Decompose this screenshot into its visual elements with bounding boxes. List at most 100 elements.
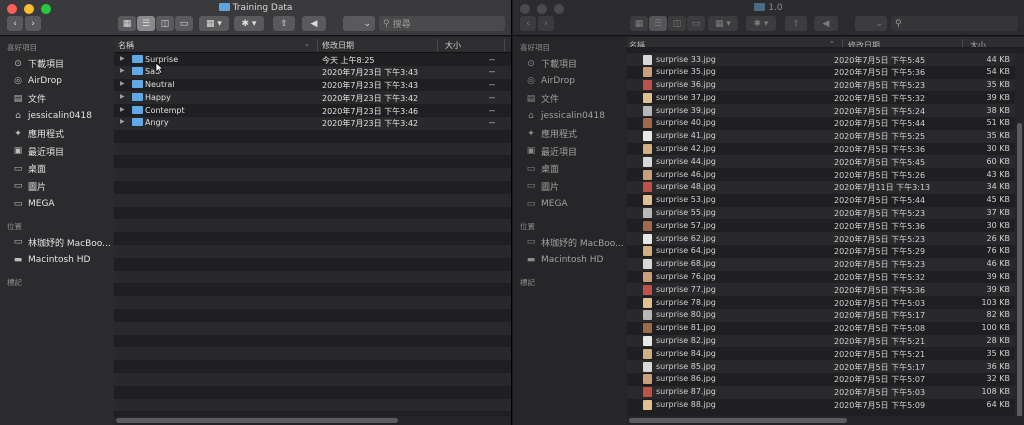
tags-button[interactable]: ◀ bbox=[814, 16, 838, 31]
list-view-button[interactable]: ☰ bbox=[649, 16, 667, 31]
file-row[interactable]: surprise 57.jpg 2020年7月5日 下午5:36 30 KB bbox=[627, 219, 1024, 233]
file-row[interactable]: surprise 41.jpg 2020年7月5日 下午5:25 35 KB bbox=[627, 129, 1024, 143]
file-row[interactable]: surprise 48.jpg 2020年7月11日 下午3:13 34 KB bbox=[627, 180, 1024, 194]
sidebar-item[interactable]: ▬ Macintosh HD bbox=[513, 251, 627, 269]
sidebar-item[interactable]: ◎ AirDrop bbox=[0, 73, 114, 91]
column-view-button[interactable]: ◫ bbox=[156, 16, 174, 31]
sidebar-item[interactable]: ⊙ 下載項目 bbox=[513, 55, 627, 73]
column-date[interactable]: 修改日期 bbox=[322, 40, 354, 51]
disclosure-triangle-icon[interactable]: ▶ bbox=[120, 118, 125, 125]
folder-row[interactable]: ▶ Surprise 今天 上午8:25 -- bbox=[114, 53, 511, 66]
gallery-view-button[interactable]: ▭ bbox=[175, 16, 193, 31]
file-row[interactable]: surprise 40.jpg 2020年7月5日 下午5:44 51 KB bbox=[627, 116, 1024, 130]
file-row[interactable]: surprise 81.jpg 2020年7月5日 下午5:08 100 KB bbox=[627, 321, 1024, 335]
folder-row[interactable]: ▶ Angry 2020年7月23日 下午3:42 -- bbox=[114, 116, 511, 130]
sidebar-item[interactable]: ▭ 林珈妤的 MacBoo... bbox=[0, 234, 114, 252]
forward-button[interactable]: › bbox=[25, 16, 41, 31]
scroll-thumb[interactable] bbox=[116, 418, 398, 423]
file-row[interactable]: surprise 78.jpg 2020年7月5日 下午5:03 103 KB bbox=[627, 296, 1024, 309]
back-button[interactable]: ‹ bbox=[520, 16, 536, 31]
sidebar-item[interactable]: ⌂ jessicalin0418 bbox=[513, 108, 627, 126]
gallery-view-button[interactable]: ▭ bbox=[687, 16, 705, 31]
file-row[interactable]: surprise 68.jpg 2020年7月5日 下午5:23 46 KB bbox=[627, 257, 1024, 271]
file-row[interactable]: surprise 62.jpg 2020年7月5日 下午5:23 26 KB bbox=[627, 232, 1024, 245]
disclosure-triangle-icon[interactable]: ▶ bbox=[120, 106, 125, 113]
folder-row[interactable]: ▶ Sad 2020年7月23日 下午3:43 -- bbox=[114, 65, 511, 79]
titlebar[interactable]: 1.0 ‹ › ▦ ☰ ◫ ▭ ▦ ▾ ✱ ▾ ⇧ ◀ ⌄ ⚲ bbox=[513, 0, 1024, 36]
search-field[interactable]: ⚲ 搜尋 bbox=[379, 16, 505, 31]
sidebar-item[interactable]: ⊙ 下載項目 bbox=[0, 55, 114, 73]
file-row[interactable]: surprise 86.jpg 2020年7月5日 下午5:07 32 KB bbox=[627, 372, 1024, 386]
action-button[interactable]: ✱ ▾ bbox=[746, 16, 776, 31]
share-button[interactable]: ⇧ bbox=[273, 16, 295, 31]
sidebar-item[interactable]: ▭ 林珈妤的 MacBoo... bbox=[513, 234, 627, 252]
tags-button[interactable]: ◀ bbox=[302, 16, 326, 31]
column-divider[interactable] bbox=[317, 39, 318, 51]
sidebar-item[interactable]: ▣ 最近項目 bbox=[513, 143, 627, 161]
column-name[interactable]: 名稱 bbox=[118, 40, 134, 51]
vertical-scrollbar[interactable] bbox=[1015, 53, 1024, 423]
file-row[interactable]: surprise 42.jpg 2020年7月5日 下午5:36 30 KB bbox=[627, 142, 1024, 156]
file-row[interactable]: surprise 44.jpg 2020年7月5日 下午5:45 60 KB bbox=[627, 155, 1024, 169]
sidebar-item[interactable]: ▭ 圖片 bbox=[0, 178, 114, 196]
file-row[interactable]: surprise 46.jpg 2020年7月5日 下午5:26 43 KB bbox=[627, 168, 1024, 181]
disclosure-triangle-icon[interactable]: ▶ bbox=[120, 80, 125, 87]
folder-row[interactable]: ▶ Neutral 2020年7月23日 下午3:43 -- bbox=[114, 78, 511, 92]
column-divider[interactable] bbox=[504, 39, 505, 51]
file-row[interactable]: surprise 76.jpg 2020年7月5日 下午5:32 39 KB bbox=[627, 270, 1024, 284]
group-button[interactable]: ▦ ▾ bbox=[199, 16, 229, 31]
column-divider[interactable] bbox=[437, 39, 438, 51]
horizontal-scrollbar[interactable] bbox=[627, 416, 1024, 425]
file-row[interactable]: surprise 55.jpg 2020年7月5日 下午5:23 37 KB bbox=[627, 206, 1024, 220]
sidebar-item[interactable]: ▭ 桌面 bbox=[513, 160, 627, 178]
sidebar-item[interactable]: ▭ 桌面 bbox=[0, 160, 114, 178]
file-row[interactable]: surprise 33.jpg 2020年7月5日 下午5:45 44 KB bbox=[627, 53, 1024, 66]
share-button[interactable]: ⇧ bbox=[785, 16, 807, 31]
sidebar-item[interactable]: ✦ 應用程式 bbox=[0, 125, 114, 143]
disclosure-triangle-icon[interactable]: ▶ bbox=[120, 67, 125, 74]
scroll-thumb[interactable] bbox=[1017, 123, 1022, 423]
sidebar-item[interactable]: ⌂ jessicalin0418 bbox=[0, 108, 114, 126]
file-row[interactable]: surprise 37.jpg 2020年7月5日 下午5:32 39 KB bbox=[627, 91, 1024, 105]
file-row[interactable]: surprise 53.jpg 2020年7月5日 下午5:44 45 KB bbox=[627, 193, 1024, 207]
sidebar-item[interactable]: ▤ 文件 bbox=[513, 90, 627, 108]
file-row[interactable]: surprise 85.jpg 2020年7月5日 下午5:17 36 KB bbox=[627, 360, 1024, 373]
scroll-thumb[interactable] bbox=[629, 418, 847, 423]
path-dropdown[interactable]: ⌄ bbox=[855, 16, 887, 31]
folder-row[interactable]: ▶ Contempt 2020年7月23日 下午3:46 -- bbox=[114, 104, 511, 117]
forward-button[interactable]: › bbox=[538, 16, 554, 31]
file-row[interactable]: surprise 35.jpg 2020年7月5日 下午5:36 54 KB bbox=[627, 65, 1024, 79]
file-row[interactable]: surprise 77.jpg 2020年7月5日 下午5:36 39 KB bbox=[627, 283, 1024, 297]
folder-row[interactable]: ▶ Happy 2020年7月23日 下午3:42 -- bbox=[114, 91, 511, 105]
sidebar-item[interactable]: ▭ 圖片 bbox=[513, 178, 627, 196]
file-row[interactable]: surprise 39.jpg 2020年7月5日 下午5:24 38 KB bbox=[627, 104, 1024, 117]
sidebar-item[interactable]: ▣ 最近項目 bbox=[0, 143, 114, 161]
icon-view-button[interactable]: ▦ bbox=[118, 16, 136, 31]
disclosure-triangle-icon[interactable]: ▶ bbox=[120, 93, 125, 100]
back-button[interactable]: ‹ bbox=[7, 16, 23, 31]
list-view-button[interactable]: ☰ bbox=[137, 16, 155, 31]
file-row[interactable]: surprise 82.jpg 2020年7月5日 下午5:21 28 KB bbox=[627, 334, 1024, 348]
search-field[interactable]: ⚲ bbox=[891, 16, 1018, 31]
file-row[interactable]: surprise 64.jpg 2020年7月5日 下午5:29 76 KB bbox=[627, 244, 1024, 258]
horizontal-scrollbar[interactable] bbox=[114, 416, 511, 425]
file-row[interactable]: surprise 84.jpg 2020年7月5日 下午5:21 35 KB bbox=[627, 347, 1024, 361]
file-row[interactable]: surprise 88.jpg 2020年7月5日 下午5:09 64 KB bbox=[627, 398, 1024, 412]
column-view-button[interactable]: ◫ bbox=[668, 16, 686, 31]
path-dropdown[interactable]: ⌄ bbox=[343, 16, 375, 31]
group-button[interactable]: ▦ ▾ bbox=[708, 16, 738, 31]
action-button[interactable]: ✱ ▾ bbox=[234, 16, 264, 31]
icon-view-button[interactable]: ▦ bbox=[630, 16, 648, 31]
file-row[interactable]: surprise 80.jpg 2020年7月5日 下午5:17 82 KB bbox=[627, 308, 1024, 322]
sidebar-item[interactable]: ▤ 文件 bbox=[0, 90, 114, 108]
file-row[interactable]: surprise 87.jpg 2020年7月5日 下午5:03 108 KB bbox=[627, 385, 1024, 399]
sidebar-item[interactable]: ▬ Macintosh HD bbox=[0, 251, 114, 269]
sidebar-item[interactable]: ✦ 應用程式 bbox=[513, 125, 627, 143]
sidebar-item[interactable]: ◎ AirDrop bbox=[513, 73, 627, 91]
titlebar[interactable]: Training Data ‹ › ▦ ☰ ◫ ▭ ▦ ▾ ✱ ▾ ⇧ ◀ ⌄ … bbox=[0, 0, 511, 36]
sidebar-item[interactable]: ▭ MEGA bbox=[513, 195, 627, 213]
sidebar-item[interactable]: ▭ MEGA bbox=[0, 195, 114, 213]
column-size[interactable]: 大小 bbox=[445, 40, 461, 51]
file-row[interactable]: surprise 36.jpg 2020年7月5日 下午5:23 35 KB bbox=[627, 78, 1024, 92]
disclosure-triangle-icon[interactable]: ▶ bbox=[120, 55, 125, 62]
